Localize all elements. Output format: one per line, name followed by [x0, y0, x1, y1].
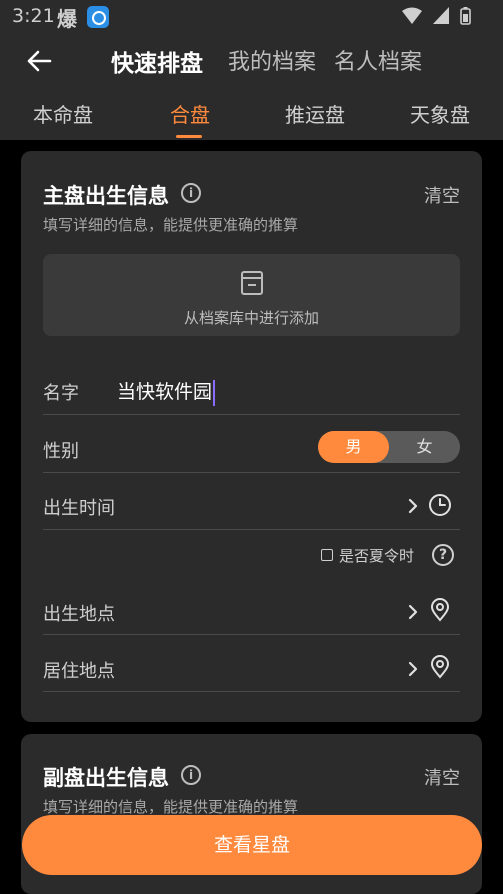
nav-tab-my-archives[interactable]: 我的档案	[228, 44, 316, 76]
name-input[interactable]: 当快软件园	[117, 377, 216, 406]
archive-icon	[241, 271, 263, 295]
gender-female-option[interactable]: 女	[389, 431, 460, 463]
dst-checkbox[interactable]: 是否夏令时	[320, 545, 414, 566]
back-arrow-icon[interactable]	[24, 46, 54, 76]
birth-time-label: 出生时间	[43, 498, 115, 519]
birth-place-row[interactable]: 出生地点	[43, 584, 460, 635]
tab-synastry[interactable]: 合盘	[170, 99, 210, 128]
gender-row: 性别 男 女	[43, 422, 460, 473]
info-icon[interactable]: i	[181, 765, 201, 785]
name-input-value: 当快软件园	[117, 381, 213, 403]
system-icons	[396, 7, 471, 26]
secondary-description: 填写详细的信息，能提供更准确的推算	[43, 798, 299, 816]
location-pin-icon[interactable]	[428, 655, 452, 679]
nav-tab-quick-chart[interactable]: 快速排盘	[111, 44, 203, 78]
text-cursor	[213, 379, 216, 406]
status-time: 3:21	[12, 5, 55, 27]
birth-time-row[interactable]: 出生时间	[43, 479, 460, 530]
dst-label: 是否夏令时	[338, 547, 414, 565]
wifi-icon	[401, 7, 422, 24]
view-chart-button[interactable]: 查看星盘	[22, 815, 482, 875]
chevron-right-icon	[408, 661, 418, 677]
status-badge: 爆	[57, 7, 77, 31]
tab-transit[interactable]: 天象盘	[410, 99, 470, 128]
primary-birth-info-card: 主盘出生信息 i 清空 填写详细的信息，能提供更准确的推算 从档案库中进行添加 …	[21, 151, 482, 722]
status-bar: 3:21 爆	[0, 0, 503, 34]
gender-toggle[interactable]: 男 女	[318, 431, 460, 463]
primary-clear-button[interactable]: 清空	[424, 182, 460, 208]
gender-label: 性别	[43, 441, 79, 462]
battery-icon	[460, 7, 471, 25]
nav-tab-celebrity-archives[interactable]: 名人档案	[334, 44, 422, 76]
app-header: 3:21 爆 快速排盘 我的档案 名人档案 本命盘 合盘 推运盘 天象盘	[0, 0, 503, 140]
add-from-archive-label: 从档案库中进行添加	[183, 309, 319, 327]
app-notification-icon	[87, 6, 109, 28]
info-icon[interactable]: i	[181, 183, 201, 203]
location-pin-icon[interactable]	[428, 598, 452, 622]
birth-place-label: 出生地点	[43, 604, 115, 625]
chevron-right-icon	[408, 604, 418, 620]
help-icon[interactable]: ?	[432, 544, 454, 566]
active-tab-indicator	[176, 135, 202, 138]
name-label: 名字	[43, 383, 79, 404]
primary-card-title: 主盘出生信息	[43, 184, 169, 208]
signal-icon	[432, 7, 449, 24]
residence-row[interactable]: 居住地点	[43, 641, 460, 692]
name-row: 名字 当快软件园	[43, 365, 460, 415]
gender-male-option[interactable]: 男	[318, 431, 389, 463]
clock-icon[interactable]	[428, 493, 452, 517]
secondary-card-title: 副盘出生信息	[43, 766, 169, 790]
checkbox-icon	[320, 549, 333, 561]
residence-label: 居住地点	[43, 661, 115, 682]
tab-progression[interactable]: 推运盘	[285, 99, 345, 128]
primary-description: 填写详细的信息，能提供更准确的推算	[43, 216, 299, 234]
add-from-archive-button[interactable]: 从档案库中进行添加	[43, 254, 460, 336]
chevron-right-icon	[408, 498, 418, 514]
tab-natal-chart[interactable]: 本命盘	[33, 99, 93, 128]
secondary-clear-button[interactable]: 清空	[424, 764, 460, 790]
